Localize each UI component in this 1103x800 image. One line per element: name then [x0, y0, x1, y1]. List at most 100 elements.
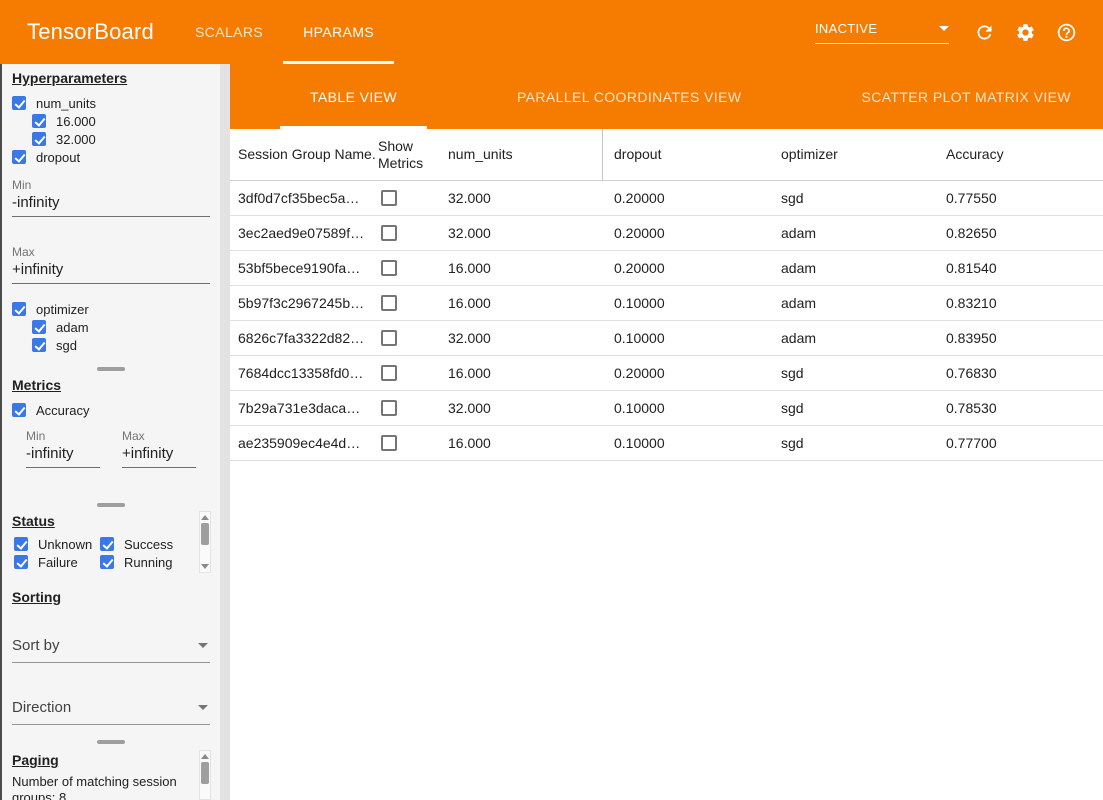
- checkbox-optimizer-sgd[interactable]: sgd: [32, 336, 210, 354]
- dropout-value: 0.10000: [603, 435, 770, 451]
- accuracy-value: 0.77700: [936, 435, 1103, 451]
- checkbox-num-units-32[interactable]: 32.000: [32, 130, 210, 148]
- checkbox-optimizer-adam[interactable]: adam: [32, 318, 210, 336]
- metrics-min-input[interactable]: [26, 443, 100, 468]
- num-units-value: 16.000: [448, 295, 603, 311]
- reload-interval-select[interactable]: INACTIVE: [815, 21, 949, 44]
- accuracy-value: 0.83950: [936, 330, 1103, 346]
- show-metrics-checkbox[interactable]: [381, 365, 397, 381]
- accuracy-value: 0.83210: [936, 295, 1103, 311]
- checkbox-label: adam: [56, 320, 89, 335]
- checkbox-status-failure[interactable]: Failure: [14, 553, 100, 571]
- dropout-min-input[interactable]: [12, 192, 210, 217]
- checkbox-num-units-16[interactable]: 16.000: [32, 112, 210, 130]
- drag-handle-icon: [97, 740, 125, 744]
- checkbox-icon: [12, 403, 26, 417]
- drag-handle-icon: [97, 503, 125, 507]
- session-group-name: 7b29a731e3daca…: [230, 400, 378, 416]
- checkbox-optimizer[interactable]: optimizer: [12, 300, 210, 318]
- header-num-units: num_units: [448, 129, 603, 180]
- checkbox-label: dropout: [36, 150, 80, 165]
- tab-parallel-coordinates-view[interactable]: PARALLEL COORDINATES VIEW: [487, 64, 771, 129]
- tab-table-view[interactable]: TABLE VIEW: [280, 64, 427, 129]
- session-group-row: ae235909ec4e4d… 16.000 0.10000 sgd 0.777…: [230, 426, 1103, 461]
- matching-session-groups-text: Number of matching session groups: 8: [12, 774, 188, 800]
- scroll-up-icon[interactable]: [201, 515, 209, 520]
- checkbox-icon: [100, 555, 114, 569]
- dropout-max-field: Max: [12, 245, 210, 284]
- pane-resize-handle[interactable]: [2, 737, 220, 746]
- metrics-max-input[interactable]: [122, 443, 196, 468]
- checkbox-label: num_units: [36, 96, 96, 111]
- dropout-value: 0.10000: [603, 330, 770, 346]
- optimizer-value: adam: [770, 260, 936, 276]
- checkbox-status-success[interactable]: Success: [100, 535, 210, 553]
- checkbox-num-units[interactable]: num_units: [12, 94, 210, 112]
- num-units-value: 32.000: [448, 330, 603, 346]
- scroll-up-icon[interactable]: [201, 754, 209, 759]
- max-label: Max: [12, 245, 210, 259]
- table-header-row: Session Group Name. Show Metrics num_uni…: [230, 129, 1103, 181]
- app-title: TensorBoard: [27, 19, 154, 45]
- show-metrics-checkbox[interactable]: [381, 435, 397, 451]
- show-metrics-checkbox[interactable]: [381, 295, 397, 311]
- show-metrics-checkbox[interactable]: [381, 260, 397, 276]
- metrics-max-field: Max: [122, 429, 196, 468]
- session-group-row: 53bf5bece9190fa… 16.000 0.20000 adam 0.8…: [230, 251, 1103, 286]
- status-scrollbar[interactable]: [199, 511, 211, 573]
- checkbox-dropout[interactable]: dropout: [12, 148, 210, 166]
- checkbox-accuracy[interactable]: Accuracy: [12, 401, 210, 419]
- checkbox-label: 32.000: [56, 132, 96, 147]
- checkbox-label: optimizer: [36, 302, 89, 317]
- dropout-value: 0.10000: [603, 295, 770, 311]
- session-group-name: ae235909ec4e4d…: [230, 435, 378, 451]
- optimizer-value: sgd: [770, 190, 936, 206]
- tab-hparams[interactable]: HPARAMS: [283, 0, 394, 64]
- checkbox-icon: [12, 150, 26, 164]
- reload-interval-value: INACTIVE: [815, 21, 877, 36]
- show-metrics-checkbox[interactable]: [381, 400, 397, 416]
- header-dropout: dropout: [603, 146, 770, 163]
- accuracy-value: 0.77550: [936, 190, 1103, 206]
- scrollbar-thumb[interactable]: [201, 762, 209, 784]
- checkbox-icon: [32, 114, 46, 128]
- pane-gap: [2, 577, 220, 585]
- dropout-max-input[interactable]: [12, 259, 210, 284]
- metrics-heading: Metrics: [12, 377, 210, 393]
- settings-gear-icon[interactable]: [1013, 20, 1037, 44]
- sorting-pane: Sorting Sort by Direction: [2, 585, 220, 737]
- checkbox-icon: [14, 537, 28, 551]
- checkbox-status-running[interactable]: Running: [100, 553, 210, 571]
- scroll-down-icon[interactable]: [201, 564, 209, 569]
- show-metrics-cell: [378, 260, 448, 276]
- pane-resize-handle[interactable]: [2, 500, 220, 509]
- show-metrics-checkbox[interactable]: [381, 330, 397, 346]
- show-metrics-checkbox[interactable]: [381, 225, 397, 241]
- tab-scatter-plot-matrix-view[interactable]: SCATTER PLOT MATRIX VIEW: [831, 64, 1101, 129]
- session-group-row: 6826c7fa3322d82… 32.000 0.10000 adam 0.8…: [230, 321, 1103, 356]
- metrics-pane: Metrics Accuracy Min Max: [2, 373, 220, 500]
- num-units-value: 16.000: [448, 435, 603, 451]
- session-group-name: 7684dcc13358fd0…: [230, 365, 378, 381]
- checkbox-label: sgd: [56, 338, 77, 353]
- checkbox-status-unknown[interactable]: Unknown: [14, 535, 100, 553]
- show-metrics-checkbox[interactable]: [381, 190, 397, 206]
- session-group-table: 3df0d7cf35bec5a… 32.000 0.20000 sgd 0.77…: [230, 181, 1103, 800]
- session-group-name: 53bf5bece9190fa…: [230, 260, 378, 276]
- tab-scalars[interactable]: SCALARS: [175, 0, 283, 64]
- min-label: Min: [12, 178, 210, 192]
- help-icon[interactable]: [1054, 20, 1078, 44]
- scrollbar-thumb[interactable]: [201, 523, 209, 545]
- checkbox-icon: [12, 96, 26, 110]
- direction-select[interactable]: Direction: [12, 693, 210, 725]
- paging-scrollbar[interactable]: [199, 750, 211, 800]
- session-group-row: 7b29a731e3daca… 32.000 0.10000 sgd 0.785…: [230, 391, 1103, 426]
- num-units-value: 16.000: [448, 365, 603, 381]
- session-group-name: 3ec2aed9e07589f…: [230, 225, 378, 241]
- refresh-icon[interactable]: [972, 20, 996, 44]
- session-group-name: 5b97f3c2967245b…: [230, 295, 378, 311]
- topbar-actions: INACTIVE: [815, 20, 1103, 44]
- checkbox-icon: [12, 302, 26, 316]
- sort-by-select[interactable]: Sort by: [12, 631, 210, 663]
- pane-resize-handle[interactable]: [2, 364, 220, 373]
